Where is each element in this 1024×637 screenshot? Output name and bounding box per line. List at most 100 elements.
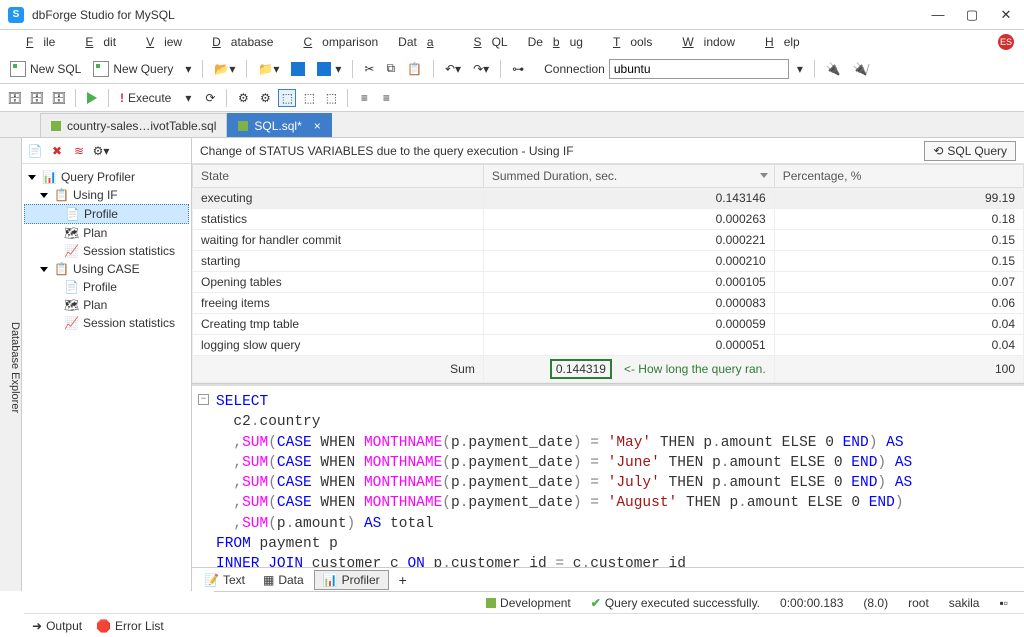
save-button[interactable] [287, 60, 309, 78]
sum-label: Sum [193, 356, 484, 383]
maximize-button[interactable]: ▢ [962, 8, 982, 21]
col-duration[interactable]: Summed Duration, sec. [483, 165, 774, 188]
minimize-button[interactable]: — [928, 8, 948, 21]
outdent-icon[interactable]: ≡ [377, 89, 395, 107]
table-row[interactable]: waiting for handler commit0.0002210.15 [193, 230, 1024, 251]
indent-icon[interactable]: ≡ [355, 89, 373, 107]
cell-state: waiting for handler commit [193, 230, 484, 251]
language-badge[interactable]: ES [998, 34, 1014, 50]
sql-query-button[interactable]: ⟲ SQL Query [924, 141, 1016, 161]
cell-pct: 0.18 [774, 209, 1023, 230]
new-query-button[interactable]: New Query [89, 59, 177, 79]
close-button[interactable]: ✕ [996, 8, 1016, 21]
connection-select[interactable] [609, 59, 789, 79]
dropdown-icon[interactable]: ▾ [181, 60, 195, 78]
query-profiler-pane: 📄 ✖ ≋ ⚙▾ 📊 Query Profiler 📋 Using IF 📄 P… [22, 138, 192, 591]
col-percentage[interactable]: Percentage, % [774, 165, 1023, 188]
tool-icon-4[interactable]: ⬚ [300, 89, 318, 107]
tree-group-using-case[interactable]: 📋 Using CASE [24, 260, 189, 278]
content-header: Change of STATUS VARIABLES due to the qu… [192, 138, 1024, 164]
status-user: root [898, 596, 939, 610]
execute-play-button[interactable] [83, 89, 101, 107]
menu-view[interactable]: View [126, 33, 192, 51]
table-row[interactable]: Creating tmp table0.0000590.04 [193, 314, 1024, 335]
db-icon-2[interactable]: 🗄 [28, 89, 46, 107]
tree-item-profile[interactable]: 📄 Profile [24, 204, 189, 224]
refresh-icon[interactable]: ⟳ [201, 89, 219, 107]
app-icon: S [8, 7, 24, 23]
col-state[interactable]: State [193, 165, 484, 188]
table-row[interactable]: logging slow query0.0000510.04 [193, 335, 1024, 356]
redo-button[interactable]: ↷▾ [469, 60, 493, 78]
menu-sql[interactable]: SQL [454, 33, 518, 51]
tool-icon-1[interactable]: ⚙ [234, 89, 252, 107]
dropdown-2-icon[interactable]: ▾ [179, 89, 197, 107]
table-row[interactable]: freeing items0.0000830.06 [193, 293, 1024, 314]
cell-state: statistics [193, 209, 484, 230]
tree-item-plan-2[interactable]: 🗺 Plan [24, 296, 189, 314]
database-explorer-rail[interactable]: Database Explorer [0, 138, 22, 591]
tree-item-session-2[interactable]: 📈 Session statistics [24, 314, 189, 332]
tab-data[interactable]: ▦ Data [255, 571, 312, 589]
tab-profiler[interactable]: 📊 Profiler [314, 570, 389, 590]
tree-group-using-if[interactable]: 📋 Using IF [24, 186, 189, 204]
annotation-text: <- How long the query ran. [612, 362, 766, 376]
status-env: Development [476, 596, 581, 610]
tab-close-icon[interactable]: × [314, 119, 321, 133]
tool-icon-2[interactable]: ⚙ [256, 89, 274, 107]
plug-icon[interactable]: 🔌 [822, 60, 845, 78]
menu-file[interactable]: File [6, 33, 65, 51]
tree-item-profile-2[interactable]: 📄 Profile [24, 278, 189, 296]
add-tab-button[interactable]: + [391, 570, 415, 590]
copy-button[interactable]: ⧉ [382, 59, 399, 78]
table-row[interactable]: starting0.0002100.15 [193, 251, 1024, 272]
main-toolbar: New SQL New Query ▾ 📂▾ 📁▾ ▾ ✂ ⧉ 📋 ↶▾ ↷▾ … [0, 54, 1024, 84]
paste-button[interactable]: 📋 [403, 60, 426, 78]
db-icon-3[interactable]: 🗄 [50, 89, 68, 107]
menu-tools[interactable]: Tools [593, 33, 662, 51]
title-bar: S dbForge Studio for MySQL — ▢ ✕ [0, 0, 1024, 30]
table-row[interactable]: Opening tables0.0001050.07 [193, 272, 1024, 293]
connection-dropdown-icon[interactable]: ▾ [793, 60, 807, 78]
tree-item-plan[interactable]: 🗺 Plan [24, 224, 189, 242]
menu-data[interactable]: Data [388, 33, 453, 51]
save-all-button[interactable]: ▾ [313, 60, 345, 78]
db-icon-1[interactable]: 🗄 [6, 89, 24, 107]
profiler-tool-1[interactable]: 📄 [26, 142, 44, 160]
tool-icon-5[interactable]: ⬚ [322, 89, 340, 107]
tree-item-session[interactable]: 📈 Session statistics [24, 242, 189, 260]
menu-window[interactable]: Window [662, 33, 745, 51]
fold-icon[interactable]: − [198, 394, 209, 405]
connection-icon[interactable]: ⊶ [508, 60, 528, 78]
execute-button[interactable]: !Execute [116, 89, 175, 107]
tab-label: country-sales…ivotTable.sql [67, 119, 216, 133]
error-list-tab[interactable]: 🛑 Error List [96, 619, 164, 633]
menu-help[interactable]: Help [745, 33, 810, 51]
tab-text[interactable]: 📝 Text [196, 571, 253, 589]
profiler-delete-icon[interactable]: ✖ [48, 142, 66, 160]
table-row[interactable]: executing0.14314699.19 [193, 188, 1024, 209]
file-status-icon [51, 121, 61, 131]
new-sql-button[interactable]: New SQL [6, 59, 85, 79]
sql-editor[interactable]: −SELECT c2.country ,SUM(CASE WHEN MONTHN… [192, 384, 1024, 567]
open-button[interactable]: 📂▾ [210, 60, 239, 78]
menu-edit[interactable]: Edit [65, 33, 126, 51]
menu-comparison[interactable]: Comparison [283, 33, 388, 51]
status-version: (8.0) [853, 596, 898, 610]
menu-database[interactable]: Database [192, 33, 283, 51]
status-toggle-icon[interactable]: ▪▫ [989, 596, 1018, 610]
menu-debug[interactable]: Debug [518, 33, 593, 51]
undo-button[interactable]: ↶▾ [441, 60, 465, 78]
profiler-diff-icon[interactable]: ≋ [70, 142, 88, 160]
open-file-button[interactable]: 📁▾ [254, 60, 283, 78]
cell-pct: 99.19 [774, 188, 1023, 209]
profiler-settings-icon[interactable]: ⚙▾ [92, 142, 110, 160]
document-tab-active[interactable]: SQL.sql* × [227, 113, 331, 137]
document-tab[interactable]: country-sales…ivotTable.sql [40, 113, 227, 137]
disconnect-icon[interactable]: 🔌̸ [849, 60, 872, 78]
table-row[interactable]: statistics0.0002630.18 [193, 209, 1024, 230]
tree-root[interactable]: 📊 Query Profiler [24, 168, 189, 186]
tool-icon-3[interactable]: ⬚ [278, 89, 296, 107]
cut-button[interactable]: ✂ [360, 60, 378, 78]
output-tab[interactable]: ➜ Output [32, 619, 82, 633]
